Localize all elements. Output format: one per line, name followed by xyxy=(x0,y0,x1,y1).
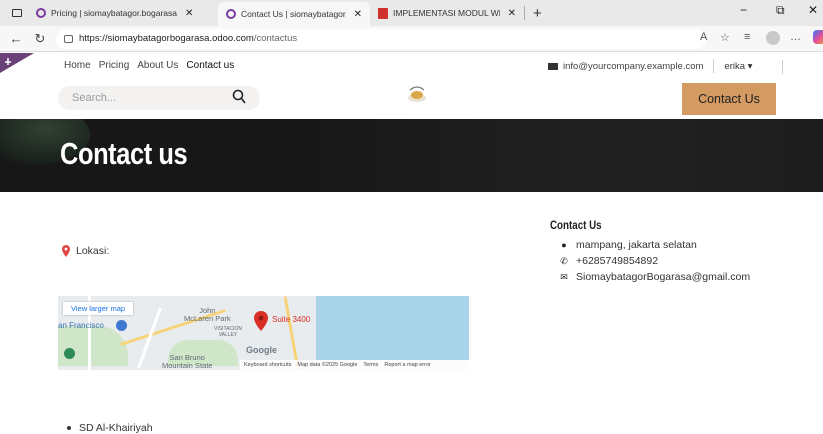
read-aloud-icon[interactable]: A xyxy=(700,31,707,43)
close-window-button[interactable]: ✕ xyxy=(808,3,818,17)
restore-button[interactable]: ⧉ xyxy=(776,3,785,18)
tab-implementasi[interactable]: IMPLEMENTASI MODUL WEBSITE ✕ xyxy=(370,2,524,24)
location-label: Lokasi: xyxy=(76,245,110,257)
list-item-text: SD Al-Khairiyah xyxy=(79,422,153,434)
phone-icon: ✆ xyxy=(560,255,568,266)
url-field[interactable]: https://siomaybatagorbogarasa.odoo.com/c… xyxy=(56,28,706,49)
map-label-suite: Suite 3400 xyxy=(272,315,311,324)
tab-close-icon[interactable]: ✕ xyxy=(185,8,193,19)
tab-close-icon[interactable]: ✕ xyxy=(508,8,516,19)
nav-contact-us[interactable]: Contact us xyxy=(186,60,234,71)
tab-pricing[interactable]: Pricing | siomaybatagor.bogarasa ✕ xyxy=(28,2,218,24)
map-keyboard-shortcuts[interactable]: Keyboard shortcuts xyxy=(244,362,291,368)
map-label-san-bruno: San Bruno Mountain State xyxy=(162,353,213,370)
favorite-star-icon[interactable]: ☆ xyxy=(720,31,730,44)
pdf-favicon-icon xyxy=(378,7,388,19)
profile-avatar-icon[interactable] xyxy=(766,31,780,45)
map-label-visitacion: VISITACION VALLEY xyxy=(214,326,242,338)
contact-us-button[interactable]: Contact Us xyxy=(682,83,776,115)
contact-phone: +6285749854892 xyxy=(576,255,659,267)
minimize-button[interactable]: − xyxy=(740,3,747,17)
highway-shield-icon xyxy=(116,320,127,331)
contact-email[interactable]: SiomaybatagorBogarasa@gmail.com xyxy=(576,271,750,283)
tab-strip: Pricing | siomaybatagor.bogarasa ✕ Conta… xyxy=(0,0,823,26)
new-tab-button[interactable]: + xyxy=(533,5,542,22)
park-marker-icon xyxy=(64,348,75,359)
map-pin-icon xyxy=(62,245,70,257)
user-menu[interactable]: erika ▾ xyxy=(724,61,752,72)
logo-icon[interactable] xyxy=(405,84,429,106)
map-location-pin-icon[interactable] xyxy=(254,311,268,331)
tab-contact-us[interactable]: Contact Us | siomaybatagor.bogo ✕ xyxy=(218,2,370,26)
map-label-john-mclaren: John McLaren Park xyxy=(184,306,231,323)
hero-banner: Contact us xyxy=(0,119,823,192)
reload-icon[interactable]: ↻ xyxy=(32,31,48,47)
map-park-area xyxy=(58,326,128,366)
odoo-favicon-icon xyxy=(226,9,236,19)
nav-pricing[interactable]: Pricing xyxy=(99,60,130,71)
header-email[interactable]: info@yourcompany.example.com xyxy=(563,61,703,72)
contact-info-title: Contact Us xyxy=(550,220,602,232)
bullet-icon xyxy=(67,426,71,430)
odoo-favicon-icon xyxy=(36,8,46,18)
tab-title: IMPLEMENTASI MODUL WEBSITE xyxy=(393,8,500,18)
odoo-edit-corner-icon[interactable] xyxy=(0,53,40,73)
divider xyxy=(782,60,783,74)
search-input[interactable]: Search... xyxy=(58,86,260,110)
tab-separator xyxy=(524,6,525,20)
tab-actions-icon[interactable] xyxy=(6,2,28,24)
contact-address: mampang, jakarta selatan xyxy=(576,239,697,251)
google-map-embed[interactable]: View larger map John McLaren Park VISITA… xyxy=(58,296,469,370)
more-menu-icon[interactable]: … xyxy=(790,31,801,43)
map-road xyxy=(283,296,300,370)
map-bay-water xyxy=(316,296,469,360)
map-marker-icon: ● xyxy=(561,240,567,250)
tab-title: Contact Us | siomaybatagor.bogo xyxy=(241,9,346,19)
copilot-icon[interactable] xyxy=(813,30,823,44)
top-navigation: Home Pricing About Us Contact us xyxy=(64,60,234,71)
site-info-icon[interactable] xyxy=(64,34,73,43)
contact-address-row: ● mampang, jakarta selatan xyxy=(558,239,697,251)
url-domain: https://siomaybatagorbogarasa.odoo.com xyxy=(79,33,254,44)
favorites-list-icon[interactable]: ≡ xyxy=(744,31,750,43)
envelope-icon: ✉ xyxy=(560,271,568,282)
map-footer: Keyboard shortcuts Map data ©2025 Google… xyxy=(240,360,469,370)
view-larger-map-link[interactable]: View larger map xyxy=(63,302,134,315)
hero-texture xyxy=(300,119,823,192)
divider xyxy=(713,59,715,73)
contact-email-row: ✉ SiomaybatagorBogarasa@gmail.com xyxy=(558,271,750,283)
contact-phone-row: ✆ +6285749854892 xyxy=(558,255,658,267)
nav-about-us[interactable]: About Us xyxy=(137,60,178,71)
tab-title: Pricing | siomaybatagor.bogarasa xyxy=(51,8,178,18)
web-page: Home Pricing About Us Contact us info@yo… xyxy=(0,53,823,434)
url-path: /contactus xyxy=(253,33,298,44)
browser-window: Pricing | siomaybatagor.bogarasa ✕ Conta… xyxy=(0,0,823,434)
tab-close-icon[interactable]: ✕ xyxy=(354,9,362,20)
list-item: SD Al-Khairiyah xyxy=(67,422,153,434)
map-label-san-francisco: an Francisco xyxy=(58,321,104,330)
nav-home[interactable]: Home xyxy=(64,60,91,71)
map-data-credit: Map data ©2025 Google xyxy=(297,362,358,368)
back-arrow-icon[interactable]: ← xyxy=(8,31,24,46)
location-line: Lokasi: xyxy=(62,245,109,257)
page-title: Contact us xyxy=(60,136,188,171)
header-contact: info@yourcompany.example.com erika ▾ xyxy=(548,59,752,73)
envelope-icon xyxy=(548,62,558,70)
search-placeholder: Search... xyxy=(72,92,117,104)
search-icon[interactable] xyxy=(232,89,246,105)
map-terms-link[interactable]: Terms xyxy=(363,362,378,368)
google-logo: Google xyxy=(246,345,277,355)
map-report-error-link[interactable]: Report a map error xyxy=(384,362,430,368)
